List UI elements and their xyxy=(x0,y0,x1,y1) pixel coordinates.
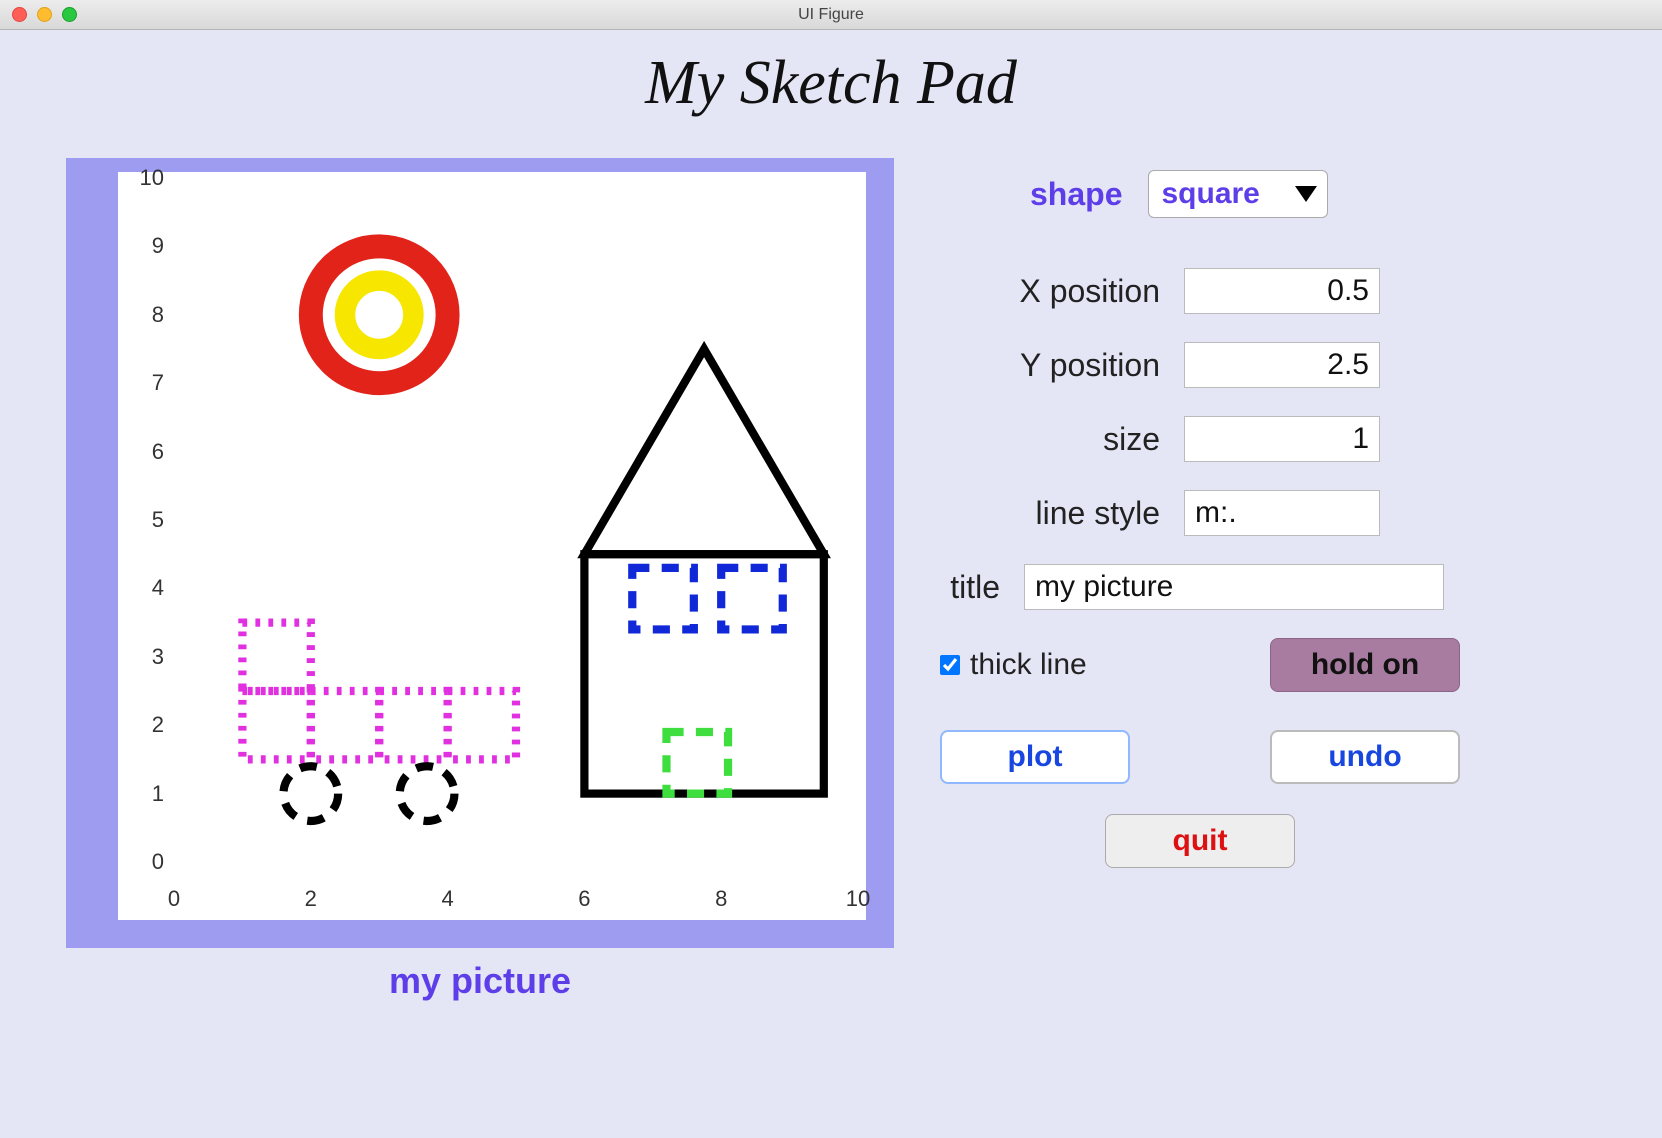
drawn-shape xyxy=(400,766,455,821)
drawn-shape xyxy=(311,246,448,383)
controls-panel: shape square X position Y position size … xyxy=(930,170,1610,896)
x-tick-label: 4 xyxy=(441,886,453,912)
hold-on-button-label: hold on xyxy=(1311,648,1419,682)
drawn-shape xyxy=(666,732,728,794)
drawn-shape xyxy=(242,623,310,691)
y-position-label: Y position xyxy=(960,347,1160,384)
drawn-shape xyxy=(345,281,413,349)
drawn-shape xyxy=(311,691,379,759)
y-tick-label: 4 xyxy=(152,575,164,601)
x-position-input[interactable] xyxy=(1184,268,1380,314)
y-tick-label: 3 xyxy=(152,644,164,670)
drawn-shape xyxy=(632,568,694,630)
y-ticks: 012345678910 xyxy=(124,178,170,862)
x-tick-label: 10 xyxy=(846,886,870,912)
y-tick-label: 1 xyxy=(152,781,164,807)
shape-label: shape xyxy=(1030,176,1122,213)
x-position-label: X position xyxy=(960,273,1160,310)
drawn-shape xyxy=(242,691,310,759)
axes-title: my picture xyxy=(66,960,894,1002)
x-tick-label: 6 xyxy=(578,886,590,912)
thick-line-label: thick line xyxy=(970,648,1087,682)
window-title: UI Figure xyxy=(0,6,1662,24)
y-tick-label: 10 xyxy=(140,165,164,191)
drawn-shape xyxy=(721,568,783,630)
shape-select-value: square xyxy=(1161,177,1259,211)
y-tick-label: 2 xyxy=(152,712,164,738)
plot-button[interactable]: plot xyxy=(940,730,1130,784)
linestyle-input[interactable] xyxy=(1184,490,1380,536)
hold-on-button[interactable]: hold on xyxy=(1270,638,1460,692)
drawn-shape xyxy=(283,766,338,821)
y-tick-label: 0 xyxy=(152,849,164,875)
title-input[interactable] xyxy=(1024,564,1444,610)
title-label: title xyxy=(900,569,1000,606)
linestyle-label: line style xyxy=(960,495,1160,532)
undo-button[interactable]: undo xyxy=(1270,730,1460,784)
size-label: size xyxy=(960,421,1160,458)
drawn-shape xyxy=(584,349,823,554)
drawn-shape xyxy=(379,691,447,759)
axes-drawing[interactable] xyxy=(174,178,858,862)
x-tick-label: 2 xyxy=(305,886,317,912)
y-tick-label: 8 xyxy=(152,302,164,328)
x-tick-label: 8 xyxy=(715,886,727,912)
app-root: My Sketch Pad 0 1 2 3 4 5 6 7 8 9 10 0 2 4 6 8 10 my pi… xyxy=(0,30,1662,1138)
y-position-input[interactable] xyxy=(1184,342,1380,388)
y-tick-label: 7 xyxy=(152,370,164,396)
page-title: My Sketch Pad xyxy=(0,48,1662,119)
x-ticks: 0246810 xyxy=(174,874,858,914)
drawn-shape xyxy=(584,554,823,793)
y-tick-label: 6 xyxy=(152,439,164,465)
y-tick-label: 9 xyxy=(152,233,164,259)
quit-button-label: quit xyxy=(1173,824,1228,858)
axes-panel: 0 1 2 3 4 5 6 7 8 9 10 0 2 4 6 8 10 xyxy=(66,158,894,948)
shape-select[interactable]: square xyxy=(1148,170,1328,218)
undo-button-label: undo xyxy=(1328,740,1401,774)
axes-box[interactable]: 012345678910 0246810 xyxy=(118,172,866,920)
plot-button-label: plot xyxy=(1008,740,1063,774)
drawn-shape xyxy=(448,691,516,759)
size-input[interactable] xyxy=(1184,416,1380,462)
x-tick-label: 0 xyxy=(168,886,180,912)
window-titlebar: UI Figure xyxy=(0,0,1662,30)
quit-button[interactable]: quit xyxy=(1105,814,1295,868)
y-tick-label: 5 xyxy=(152,507,164,533)
chevron-down-icon xyxy=(1295,186,1317,202)
thick-line-checkbox[interactable] xyxy=(940,655,960,675)
